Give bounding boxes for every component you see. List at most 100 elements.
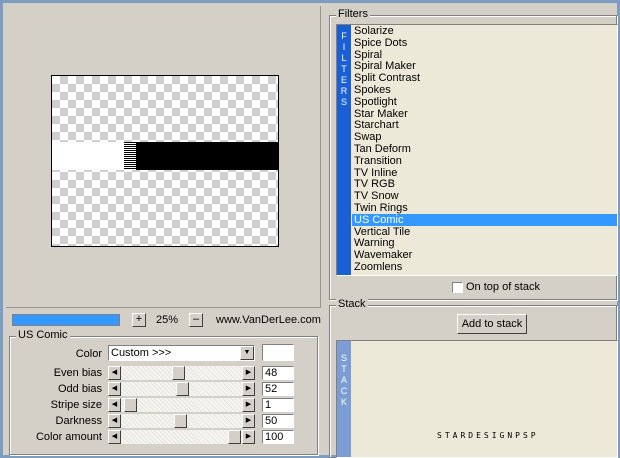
- even-bias-value[interactable]: 48: [262, 366, 294, 380]
- add-to-stack-button[interactable]: Add to stack: [457, 314, 527, 334]
- filter-list[interactable]: F I L T E R S Solarize Spice Dots Spiral Sp…: [336, 24, 618, 276]
- preview-panel: [6, 6, 321, 308]
- color-amount-label: Color amount: [35, 431, 102, 443]
- darkness-value[interactable]: 50: [262, 414, 294, 428]
- strip-letter: I: [342, 42, 346, 52]
- arrow-left-icon[interactable]: ◀: [108, 382, 121, 396]
- arrow-left-icon[interactable]: ◀: [108, 430, 121, 444]
- color-amount-slider[interactable]: ◀ ▶: [108, 430, 255, 444]
- strip-letter: A: [340, 375, 347, 385]
- odd-bias-label: Odd bias: [57, 383, 102, 395]
- slider-row-even-bias: Even bias ◀ ▶ 48: [10, 366, 315, 380]
- preview-canvas[interactable]: [51, 75, 279, 247]
- even-bias-label: Even bias: [53, 367, 102, 379]
- stack-strip: S T A C K: [337, 341, 351, 457]
- strip-letter: T: [341, 64, 347, 74]
- slider-row-stripe-size: Stripe size ◀ ▶ 1: [10, 398, 315, 412]
- stripe-size-value[interactable]: 1: [262, 398, 294, 412]
- filter-list-item[interactable]: Vertical Tile: [352, 226, 617, 238]
- filter-list-item[interactable]: Spice Dots: [352, 37, 617, 49]
- darkness-slider[interactable]: ◀ ▶: [108, 414, 255, 428]
- zoom-row: + 25% – www.VanDerLee.com: [6, 311, 321, 331]
- color-dropdown-value: Custom >>>: [111, 347, 172, 359]
- filter-list-item[interactable]: US Comic: [352, 213, 617, 226]
- arrow-right-icon[interactable]: ▶: [242, 382, 255, 396]
- filter-window: + 25% – www.VanDerLee.com US Comic Color…: [0, 0, 620, 458]
- strip-letter: R: [340, 86, 348, 96]
- filter-list-item[interactable]: Starchart: [352, 119, 617, 131]
- stack-group: Stack Add to stack S T A C K STARDESIGNP…: [329, 298, 618, 458]
- filter-list-item[interactable]: Star Maker: [352, 108, 617, 120]
- filter-list-item[interactable]: Spiral Maker: [352, 60, 617, 72]
- color-dropdown[interactable]: Custom >>> ▼: [108, 345, 255, 361]
- arrow-right-icon[interactable]: ▶: [242, 414, 255, 428]
- filters-title: Filters: [336, 8, 370, 20]
- zoom-out-button[interactable]: –: [189, 313, 203, 327]
- filters-strip: F I L T E R S: [337, 25, 351, 275]
- arrow-left-icon[interactable]: ◀: [108, 398, 121, 412]
- progress-fill: [13, 315, 119, 325]
- filter-list-item[interactable]: TV Inline: [352, 167, 617, 179]
- preview-white-band: [52, 142, 124, 170]
- filter-list-item[interactable]: Twin Rings: [352, 202, 617, 214]
- filter-list-item[interactable]: Split Contrast: [352, 72, 617, 84]
- stack-list[interactable]: S T A C K STARDESIGNPSP: [336, 340, 618, 458]
- strip-letter: F: [341, 31, 347, 41]
- color-amount-value[interactable]: 100: [262, 430, 294, 444]
- preview-black-band: [136, 142, 279, 170]
- chevron-down-icon[interactable]: ▼: [240, 346, 254, 360]
- zoom-in-button[interactable]: +: [132, 313, 146, 327]
- darkness-label: Darkness: [55, 415, 102, 427]
- slider-row-odd-bias: Odd bias ◀ ▶ 52: [10, 382, 315, 396]
- strip-letter: C: [340, 386, 348, 396]
- on-top-label: On top of stack: [466, 281, 540, 293]
- color-row: Color Custom >>> ▼: [10, 337, 315, 361]
- filter-list-item[interactable]: Tan Deform: [352, 143, 617, 155]
- filter-list-item[interactable]: Solarize: [352, 25, 617, 37]
- watermark-text: STARDESIGNPSP: [437, 431, 539, 440]
- filter-list-item[interactable]: Spotlight: [352, 96, 617, 108]
- arrow-right-icon[interactable]: ▶: [242, 398, 255, 412]
- odd-bias-value[interactable]: 52: [262, 382, 294, 396]
- filter-list-item[interactable]: Warning: [352, 237, 617, 249]
- strip-letter: L: [341, 53, 347, 63]
- color-swatch[interactable]: [262, 344, 294, 361]
- color-amount-thumb[interactable]: [228, 430, 241, 444]
- arrow-right-icon[interactable]: ▶: [242, 430, 255, 444]
- filters-group: Filters F I L T E R S Solarize Spice Dots…: [329, 8, 618, 300]
- even-bias-slider[interactable]: ◀ ▶: [108, 366, 255, 380]
- darkness-thumb[interactable]: [174, 414, 187, 428]
- filter-list-item[interactable]: Spiral: [352, 49, 617, 61]
- arrow-left-icon[interactable]: ◀: [108, 366, 121, 380]
- strip-letter: S: [340, 353, 347, 363]
- strip-letter: T: [341, 364, 347, 374]
- arrow-right-icon[interactable]: ▶: [242, 366, 255, 380]
- filter-list-item[interactable]: Transition: [352, 155, 617, 167]
- credit-link[interactable]: www.VanDerLee.com: [216, 314, 321, 326]
- filter-list-item[interactable]: Swap: [352, 131, 617, 143]
- stripe-size-label: Stripe size: [50, 399, 102, 411]
- filter-list-item[interactable]: Zoomlens: [352, 261, 617, 273]
- preview-stripe-band: [124, 142, 136, 170]
- filter-list-item[interactable]: TV RGB: [352, 178, 617, 190]
- filter-list-item[interactable]: Spokes: [352, 84, 617, 96]
- progress-bar: [12, 314, 120, 326]
- stripe-size-slider[interactable]: ◀ ▶: [108, 398, 255, 412]
- zoom-level: 25%: [156, 314, 179, 326]
- filter-list-item[interactable]: TV Snow: [352, 190, 617, 202]
- filter-items: Solarize Spice Dots Spiral Spiral Maker Spli…: [352, 25, 617, 273]
- slider-row-color-amount: Color amount ◀ ▶ 100: [10, 430, 315, 444]
- strip-letter: K: [340, 397, 347, 407]
- odd-bias-thumb[interactable]: [176, 382, 189, 396]
- strip-letter: E: [340, 75, 347, 85]
- even-bias-thumb[interactable]: [172, 366, 185, 380]
- strip-letter: S: [340, 97, 347, 107]
- stack-title: Stack: [336, 298, 368, 310]
- parameters-group: US Comic Color Custom >>> ▼ Even bias ◀ …: [9, 329, 318, 455]
- slider-row-darkness: Darkness ◀ ▶ 50: [10, 414, 315, 428]
- on-top-checkbox[interactable]: [452, 282, 463, 293]
- odd-bias-slider[interactable]: ◀ ▶: [108, 382, 255, 396]
- filter-list-item[interactable]: Wavemaker: [352, 249, 617, 261]
- stripe-size-thumb[interactable]: [124, 398, 137, 412]
- arrow-left-icon[interactable]: ◀: [108, 414, 121, 428]
